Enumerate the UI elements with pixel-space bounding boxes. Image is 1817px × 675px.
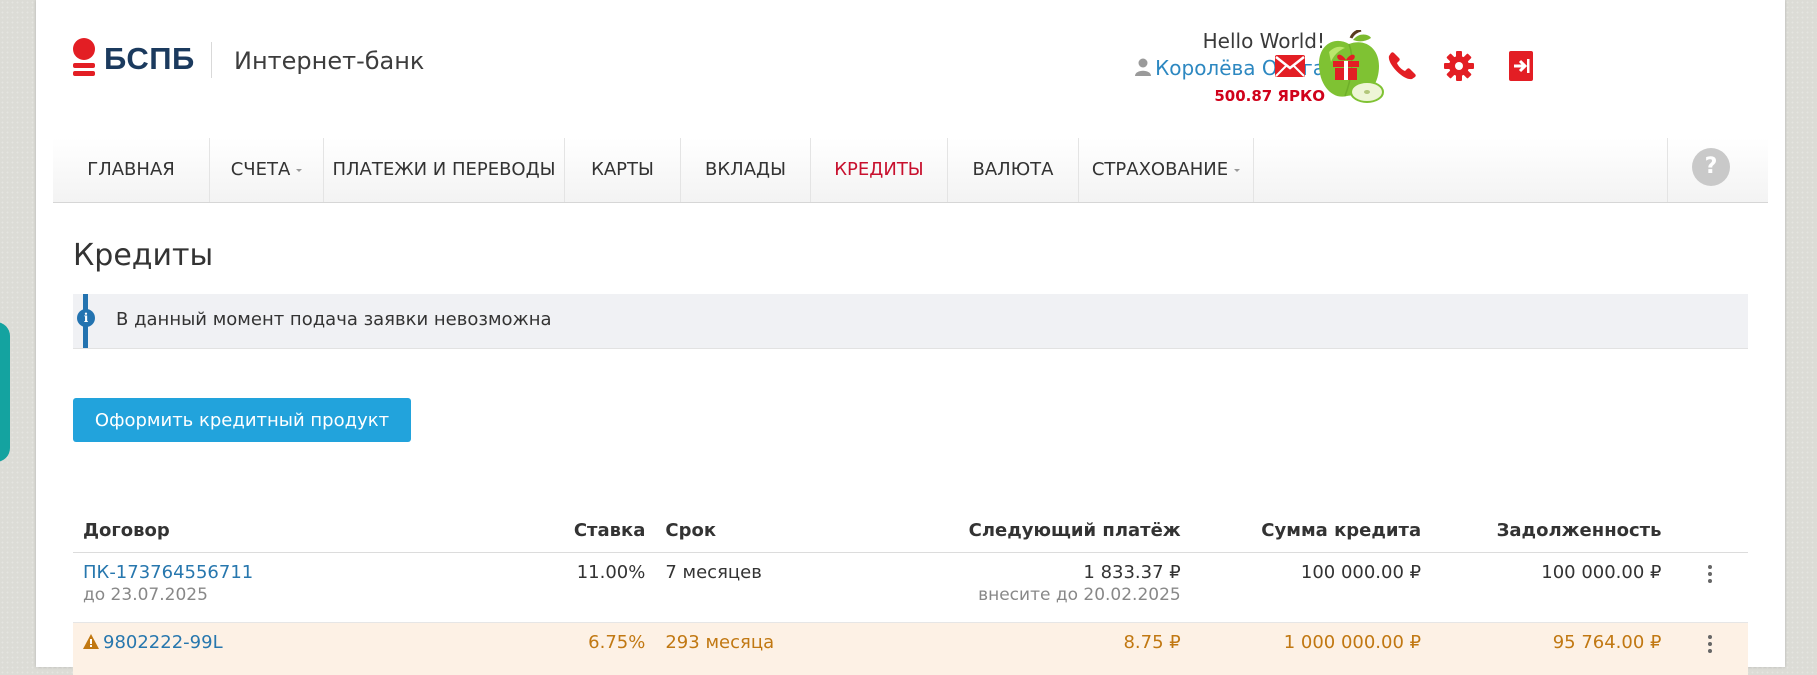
nav-label: СЧЕТА [230, 159, 291, 180]
apply-credit-button[interactable]: Оформить кредитный продукт [73, 398, 411, 442]
page-container: БСПБ Интернет-банк Hello World! Королёва… [36, 0, 1785, 675]
nav-label: ВКЛАДЫ [705, 159, 786, 180]
nav-item-cards[interactable]: КАРТЫ [565, 138, 681, 202]
nav-label: КАРТЫ [591, 159, 654, 180]
next-payment-due: внесите до 20.02.2025 [978, 585, 1181, 605]
debt-cell: 100 000.00 ₽ [1431, 552, 1672, 623]
nav-label: КРЕДИТЫ [834, 159, 924, 180]
gear-icon[interactable] [1439, 46, 1479, 86]
col-contract: Договор [73, 508, 554, 553]
credits-table: Договор Ставка Срок Следующий платёж Сум… [73, 508, 1748, 675]
app-name: Интернет-банк [234, 47, 425, 75]
nav-item-accounts[interactable]: СЧЕТА [210, 138, 324, 202]
next-payment-amount: 1 833.37 ₽ [1083, 562, 1181, 583]
caret-down-icon [296, 168, 303, 172]
help-cell: ? [1667, 138, 1768, 202]
page-title: Кредиты [73, 238, 214, 274]
col-debt: Задолженность [1431, 508, 1672, 553]
kebab-menu-icon [1707, 632, 1712, 656]
term-cell: 7 месяцев [655, 552, 842, 623]
rate-cell: 11.00% [553, 552, 656, 623]
col-actions [1671, 508, 1748, 553]
nav-label: ГЛАВНАЯ [87, 159, 175, 180]
help-icon[interactable]: ? [1692, 148, 1730, 186]
contract-link[interactable]: ПК-173764556711 [83, 562, 544, 583]
table-row: ПК-173764556711 до 23.07.2025 11.00% 7 м… [73, 552, 1748, 623]
nav-item-payments[interactable]: ПЛАТЕЖИ И ПЕРЕВОДЫ [324, 138, 565, 202]
bank-logo[interactable]: БСПБ [72, 38, 195, 80]
bonus-balance[interactable]: 500.87 ЯРКО [1135, 82, 1325, 110]
kebab-menu-icon [1707, 562, 1712, 586]
amount-cell: 100 000.00 ₽ [1190, 552, 1432, 623]
nav-label: ПЛАТЕЖИ И ПЕРЕВОДЫ [332, 159, 556, 180]
phone-icon[interactable] [1382, 46, 1422, 86]
row-menu-button[interactable] [1671, 552, 1748, 623]
contract-cell: ПК-173764556711 до 23.07.2025 [73, 552, 554, 623]
nav-item-main[interactable]: ГЛАВНАЯ [53, 138, 210, 202]
nav-item-credits[interactable]: КРЕДИТЫ [811, 138, 948, 202]
gift-icon[interactable] [1326, 46, 1366, 86]
main-nav: ГЛАВНАЯ СЧЕТА ПЛАТЕЖИ И ПЕРЕВОДЫ КАРТЫ В… [53, 138, 1768, 203]
table-header-row: Договор Ставка Срок Следующий платёж Сум… [73, 508, 1748, 553]
logout-icon[interactable] [1501, 46, 1541, 86]
notice-text: В данный момент подача заявки невозможна [116, 309, 552, 330]
logo-divider [211, 42, 212, 78]
contract-end-date: до 23.07.2025 [83, 585, 208, 605]
mail-icon[interactable] [1270, 46, 1310, 86]
info-icon: i [77, 309, 95, 327]
col-rate: Ставка [553, 508, 656, 553]
col-amount: Сумма кредита [1190, 508, 1432, 553]
col-term: Срок [655, 508, 842, 553]
logo-mark-icon [72, 38, 96, 80]
next-payment-cell: 1 833.37 ₽ внесите до 20.02.2025 [841, 552, 1191, 623]
nav-item-currency[interactable]: ВАЛЮТА [948, 138, 1079, 202]
contract-link[interactable]: 9802222-99L [103, 632, 223, 653]
info-notice: i В данный момент подача заявки невозмож… [73, 294, 1748, 349]
nav-item-deposits[interactable]: ВКЛАДЫ [681, 138, 811, 202]
logo-text: БСПБ [104, 41, 195, 76]
col-next-payment: Следующий платёж [841, 508, 1191, 553]
person-icon [1135, 58, 1152, 76]
caret-down-icon [1234, 168, 1241, 172]
warning-icon [83, 634, 99, 649]
nav-label: ВАЛЮТА [972, 159, 1054, 180]
side-feedback-tab[interactable] [0, 322, 10, 462]
nav-label: СТРАХОВАНИЕ [1091, 159, 1229, 180]
nav-item-insurance[interactable]: СТРАХОВАНИЕ [1079, 138, 1254, 202]
